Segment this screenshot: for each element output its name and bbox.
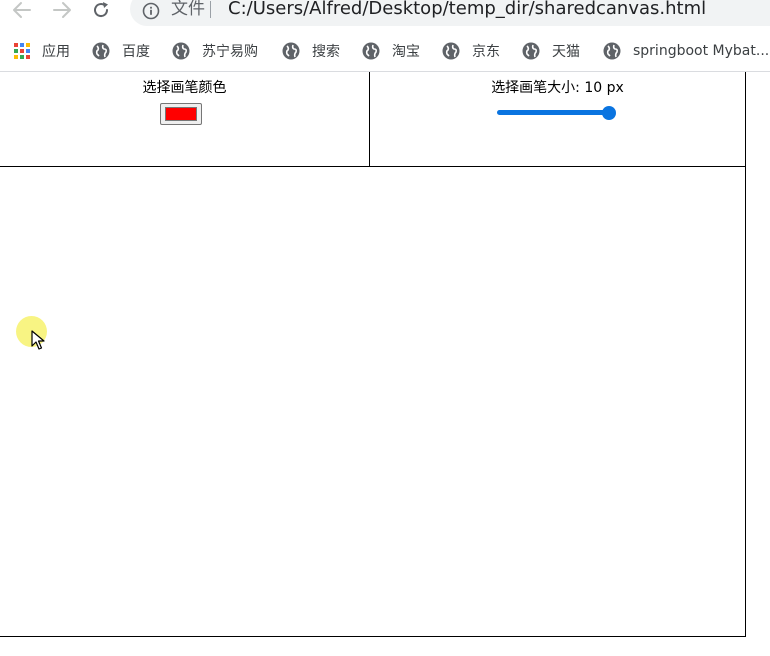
reload-button[interactable] bbox=[89, 0, 113, 20]
bookmark-item[interactable]: 淘宝 bbox=[362, 40, 420, 62]
color-swatch-fill bbox=[165, 107, 197, 121]
file-chip-label: 文件 bbox=[171, 0, 205, 19]
bookmark-item[interactable]: 苏宁易购 bbox=[172, 40, 258, 62]
bookmark-item[interactable]: 天猫 bbox=[522, 40, 580, 62]
bookmark-item[interactable]: 百度 bbox=[92, 40, 150, 62]
color-picker-input[interactable] bbox=[160, 103, 202, 125]
address-bar[interactable]: 文件 C:/Users/Alfred/Desktop/temp_dir/shar… bbox=[130, 0, 770, 26]
bookmarks-bar: 应用 百度 苏宁易购 搜索 淘宝 京东 天猫 springboot Mybat.… bbox=[0, 34, 770, 72]
reload-icon bbox=[94, 2, 109, 18]
globe-icon bbox=[522, 42, 540, 60]
bookmark-label: 百度 bbox=[122, 44, 150, 60]
bookmark-item[interactable]: springboot Mybat... bbox=[603, 40, 769, 62]
globe-icon bbox=[603, 42, 621, 60]
size-panel: 选择画笔大小: 10 px bbox=[370, 72, 746, 167]
size-slider[interactable] bbox=[497, 105, 617, 120]
slider-thumb[interactable] bbox=[602, 106, 616, 120]
info-icon[interactable] bbox=[142, 2, 160, 20]
bookmark-item[interactable]: 搜索 bbox=[282, 40, 340, 62]
bookmark-label: 京东 bbox=[472, 44, 500, 60]
back-arrow-icon bbox=[13, 2, 31, 18]
bookmark-label: springboot Mybat... bbox=[633, 43, 770, 59]
drawing-canvas[interactable] bbox=[0, 167, 746, 637]
chip-separator bbox=[210, 1, 211, 18]
size-picker-label: 选择画笔大小: 10 px bbox=[491, 80, 624, 96]
color-picker-label: 选择画笔颜色 bbox=[142, 80, 227, 96]
bookmark-label: 淘宝 bbox=[392, 44, 420, 60]
slider-track bbox=[497, 110, 615, 115]
forward-arrow-icon bbox=[53, 2, 71, 18]
globe-icon bbox=[442, 42, 460, 60]
globe-icon bbox=[362, 42, 380, 60]
apps-grid-icon bbox=[14, 43, 30, 59]
url-text[interactable]: C:/Users/Alfred/Desktop/temp_dir/sharedc… bbox=[228, 0, 706, 19]
globe-icon bbox=[172, 42, 190, 60]
globe-icon bbox=[92, 42, 110, 60]
bookmark-item[interactable]: 京东 bbox=[442, 40, 500, 62]
browser-toolbar: 文件 C:/Users/Alfred/Desktop/temp_dir/shar… bbox=[0, 0, 770, 34]
bookmark-apps-label: 应用 bbox=[42, 44, 70, 60]
bookmark-label: 苏宁易购 bbox=[202, 44, 258, 60]
color-panel: 选择画笔颜色 bbox=[0, 72, 370, 167]
mouse-cursor-icon bbox=[31, 330, 45, 350]
bookmark-label: 搜索 bbox=[312, 44, 340, 60]
back-button[interactable] bbox=[10, 0, 34, 20]
forward-button[interactable] bbox=[50, 0, 74, 20]
bookmark-apps[interactable]: 应用 bbox=[14, 40, 70, 62]
bookmark-label: 天猫 bbox=[552, 44, 580, 60]
globe-icon bbox=[282, 42, 300, 60]
